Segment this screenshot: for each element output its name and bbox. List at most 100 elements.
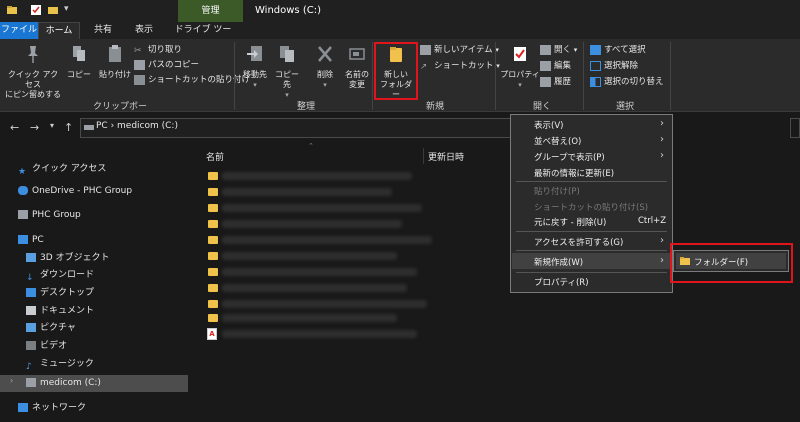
context-tab-manage[interactable]: 管理 [178,0,243,22]
folder-icon[interactable] [208,204,218,212]
shortcut-button[interactable]: ↗ ショートカット ▾ [420,60,500,73]
tab-file[interactable]: ファイル [0,22,38,39]
table-row[interactable] [222,330,417,338]
cloud-icon [18,186,28,195]
nav-item-desktop[interactable]: デスクトップ [26,285,94,301]
shortcut-label: ショートカット [434,61,494,71]
nav-item-downloads[interactable]: ↓ ダウンロード [26,267,94,283]
new-folder-quick-icon[interactable] [47,4,59,16]
history-label: 履歴 [554,77,572,87]
column-separator[interactable] [423,148,424,164]
copy-button[interactable]: コピー [66,44,92,80]
nav-label: OneDrive - PHC Group [32,186,133,196]
copy-to-label: コピー先 [275,70,299,89]
history-button[interactable]: 履歴 [540,76,571,89]
nav-label: medicom (C:) [40,378,101,388]
nav-item-phc-group[interactable]: PHC Group [18,207,81,223]
folder-icon[interactable] [208,268,218,276]
table-row[interactable] [222,268,417,276]
open-button[interactable]: 開く ▾ [540,44,577,57]
chevron-right-icon[interactable]: › [10,376,13,385]
undo-shortcut: Ctrl+Z [638,216,667,226]
rename-button[interactable]: 名前の 変更 [340,44,374,90]
delete-dropdown-icon: ▾ [323,81,327,89]
tab-view[interactable]: 表示 [126,22,162,39]
recent-locations-dropdown-icon[interactable]: ▾ [50,121,54,130]
nav-item-pc[interactable]: PC [18,232,44,248]
folder-icon[interactable] [208,172,218,180]
properties-dropdown-icon: ▾ [518,81,522,89]
properties-check-icon[interactable] [30,4,42,16]
select-none-button[interactable]: 選択解除 [590,60,638,73]
menu-item-refresh[interactable]: 最新の情報に更新(E) [534,167,614,179]
folder-icon[interactable] [208,314,218,322]
nav-item-onedrive[interactable]: OneDrive - PHC Group [18,183,132,199]
table-row[interactable] [222,314,397,322]
invert-selection-button[interactable]: 選択の切り替え [590,76,664,89]
column-header-name[interactable]: 名前 [206,150,224,163]
table-row[interactable] [222,204,422,212]
nav-label: ネットワーク [32,403,87,413]
folder-icon[interactable] [208,236,218,244]
move-to-dropdown-icon: ▾ [253,81,257,89]
table-row[interactable] [222,220,402,228]
ribbon-tabs-bar [0,22,800,39]
folder-icon[interactable] [208,188,218,196]
chevron-right-icon: › [660,134,664,145]
menu-item-new[interactable]: 新規作成(W) [534,256,583,268]
nav-item-3d-objects[interactable]: 3D オブジェクト [26,250,110,266]
drive-icon [26,378,36,387]
table-row[interactable] [222,236,432,244]
tab-share[interactable]: 共有 [86,22,120,39]
menu-item-view[interactable]: 表示(V) [534,119,563,131]
monitor-icon [18,235,28,244]
folder-icon[interactable] [208,252,218,260]
tab-home[interactable]: ホーム [38,22,80,39]
table-row[interactable] [222,284,407,292]
folder-icon[interactable] [208,220,218,228]
new-folder-button[interactable]: 新しい フォルダー [377,44,415,100]
back-arrow-icon[interactable]: ← [10,121,19,134]
forward-arrow-icon[interactable]: → [30,121,39,134]
table-row[interactable] [222,188,392,196]
nav-item-pictures[interactable]: ピクチャ [26,320,76,336]
menu-item-sort-by[interactable]: 並べ替え(O) [534,135,581,147]
select-all-icon [590,44,601,55]
nav-item-documents[interactable]: ドキュメント [26,303,94,319]
nav-item-network[interactable]: ネットワーク [18,400,86,416]
folder-icon[interactable] [208,284,218,292]
nav-item-quick-access[interactable]: ★ クイック アクセス [18,161,106,177]
nav-item-music[interactable]: ♪ ミュージック [26,356,94,372]
copy-path-button[interactable]: パスのコピー [134,59,199,72]
column-header-modified[interactable]: 更新日時 [428,150,464,163]
menu-item-properties[interactable]: プロパティ(R) [534,276,589,288]
nav-item-videos[interactable]: ビデオ [26,338,67,354]
move-to-button[interactable]: 移動先 ▾ [240,44,270,90]
delete-button[interactable]: 削除 ▾ [310,44,340,90]
menu-item-give-access[interactable]: アクセスを許可する(G) [534,236,623,248]
nav-item-medicom[interactable]: medicom (C:) [26,375,101,391]
select-all-button[interactable]: すべて選択 [590,44,646,57]
paste-shortcut-button[interactable]: ショートカットの貼り付け [134,74,250,87]
copy-to-button[interactable]: コピー先 ▾ [272,44,302,100]
cut-button[interactable]: ✂ 切り取り [134,44,182,57]
rename-icon [349,48,365,60]
address-path[interactable]: PC › medicom (C:) [96,121,178,131]
properties-button[interactable]: プロパティ ▾ [500,44,540,90]
table-row[interactable] [222,300,427,308]
tab-drive-tools[interactable]: ドライブ ツール [172,22,234,52]
table-row[interactable] [222,172,412,180]
folder-icon[interactable] [208,300,218,308]
table-row[interactable] [222,252,397,260]
quick-access-dropdown-icon[interactable]: ▾ [64,4,69,14]
menu-item-group-by[interactable]: グループで表示(P) [534,151,605,163]
pdf-file-icon[interactable]: A [207,328,217,340]
pin-quick-access-button[interactable]: クイック アクセス にピン留めする [4,44,62,100]
search-input[interactable] [790,118,800,138]
menu-item-undo-delete[interactable]: 元に戻す - 削除(U) [534,216,606,228]
up-arrow-icon[interactable]: ↑ [64,121,73,134]
paste-button[interactable]: 貼り付け [99,44,131,80]
select-none-icon [590,60,601,71]
edit-button[interactable]: 編集 [540,60,571,73]
new-item-button[interactable]: 新しいアイテム ▾ [420,44,499,57]
